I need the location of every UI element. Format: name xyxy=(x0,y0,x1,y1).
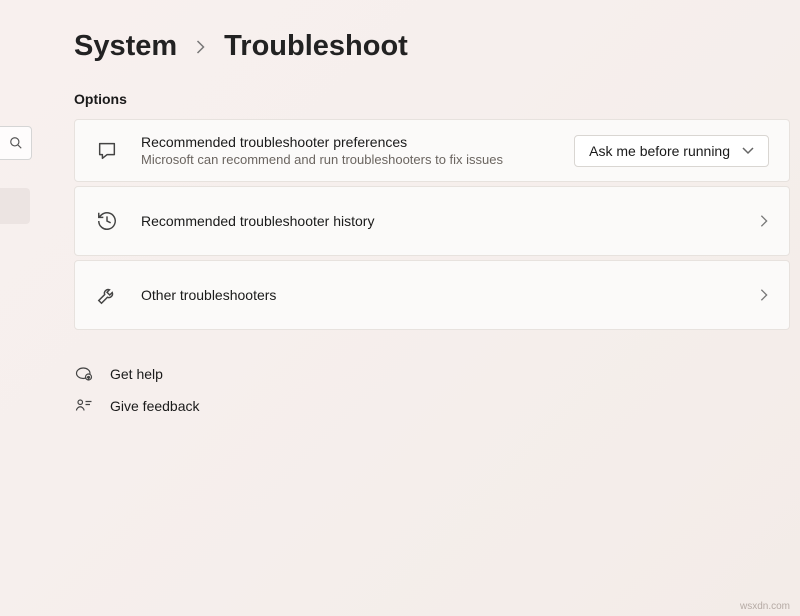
section-label-options: Options xyxy=(74,91,790,107)
chevron-right-icon xyxy=(759,288,769,302)
search-button[interactable] xyxy=(0,126,32,160)
chevron-down-icon xyxy=(742,146,754,156)
card-title: Other troubleshooters xyxy=(141,287,737,303)
breadcrumb-current: Troubleshoot xyxy=(224,30,408,63)
troubleshooter-pref-dropdown[interactable]: Ask me before running xyxy=(574,135,769,167)
chat-icon xyxy=(95,139,119,163)
card-troubleshooter-preferences: Recommended troubleshooter preferences M… xyxy=(74,119,790,182)
dropdown-value: Ask me before running xyxy=(589,143,730,159)
link-get-help[interactable]: ? Get help xyxy=(74,358,790,390)
feedback-icon xyxy=(74,396,94,416)
search-icon xyxy=(9,136,23,150)
breadcrumb: System Troubleshoot xyxy=(74,30,790,63)
link-label: Get help xyxy=(110,366,163,382)
wrench-icon xyxy=(95,283,119,307)
card-subtitle: Microsoft can recommend and run troubles… xyxy=(141,152,552,167)
breadcrumb-parent[interactable]: System xyxy=(74,30,177,63)
chevron-right-icon xyxy=(195,39,206,55)
help-icon: ? xyxy=(74,364,94,384)
chevron-right-icon xyxy=(759,214,769,228)
watermark: wsxdn.com xyxy=(740,601,790,612)
link-give-feedback[interactable]: Give feedback xyxy=(74,390,790,422)
link-label: Give feedback xyxy=(110,398,200,414)
card-title: Recommended troubleshooter history xyxy=(141,213,737,229)
nav-selected-indicator xyxy=(0,188,30,224)
card-title: Recommended troubleshooter preferences xyxy=(141,134,552,150)
card-other-troubleshooters[interactable]: Other troubleshooters xyxy=(74,260,790,330)
history-icon xyxy=(95,209,119,233)
card-troubleshooter-history[interactable]: Recommended troubleshooter history xyxy=(74,186,790,256)
